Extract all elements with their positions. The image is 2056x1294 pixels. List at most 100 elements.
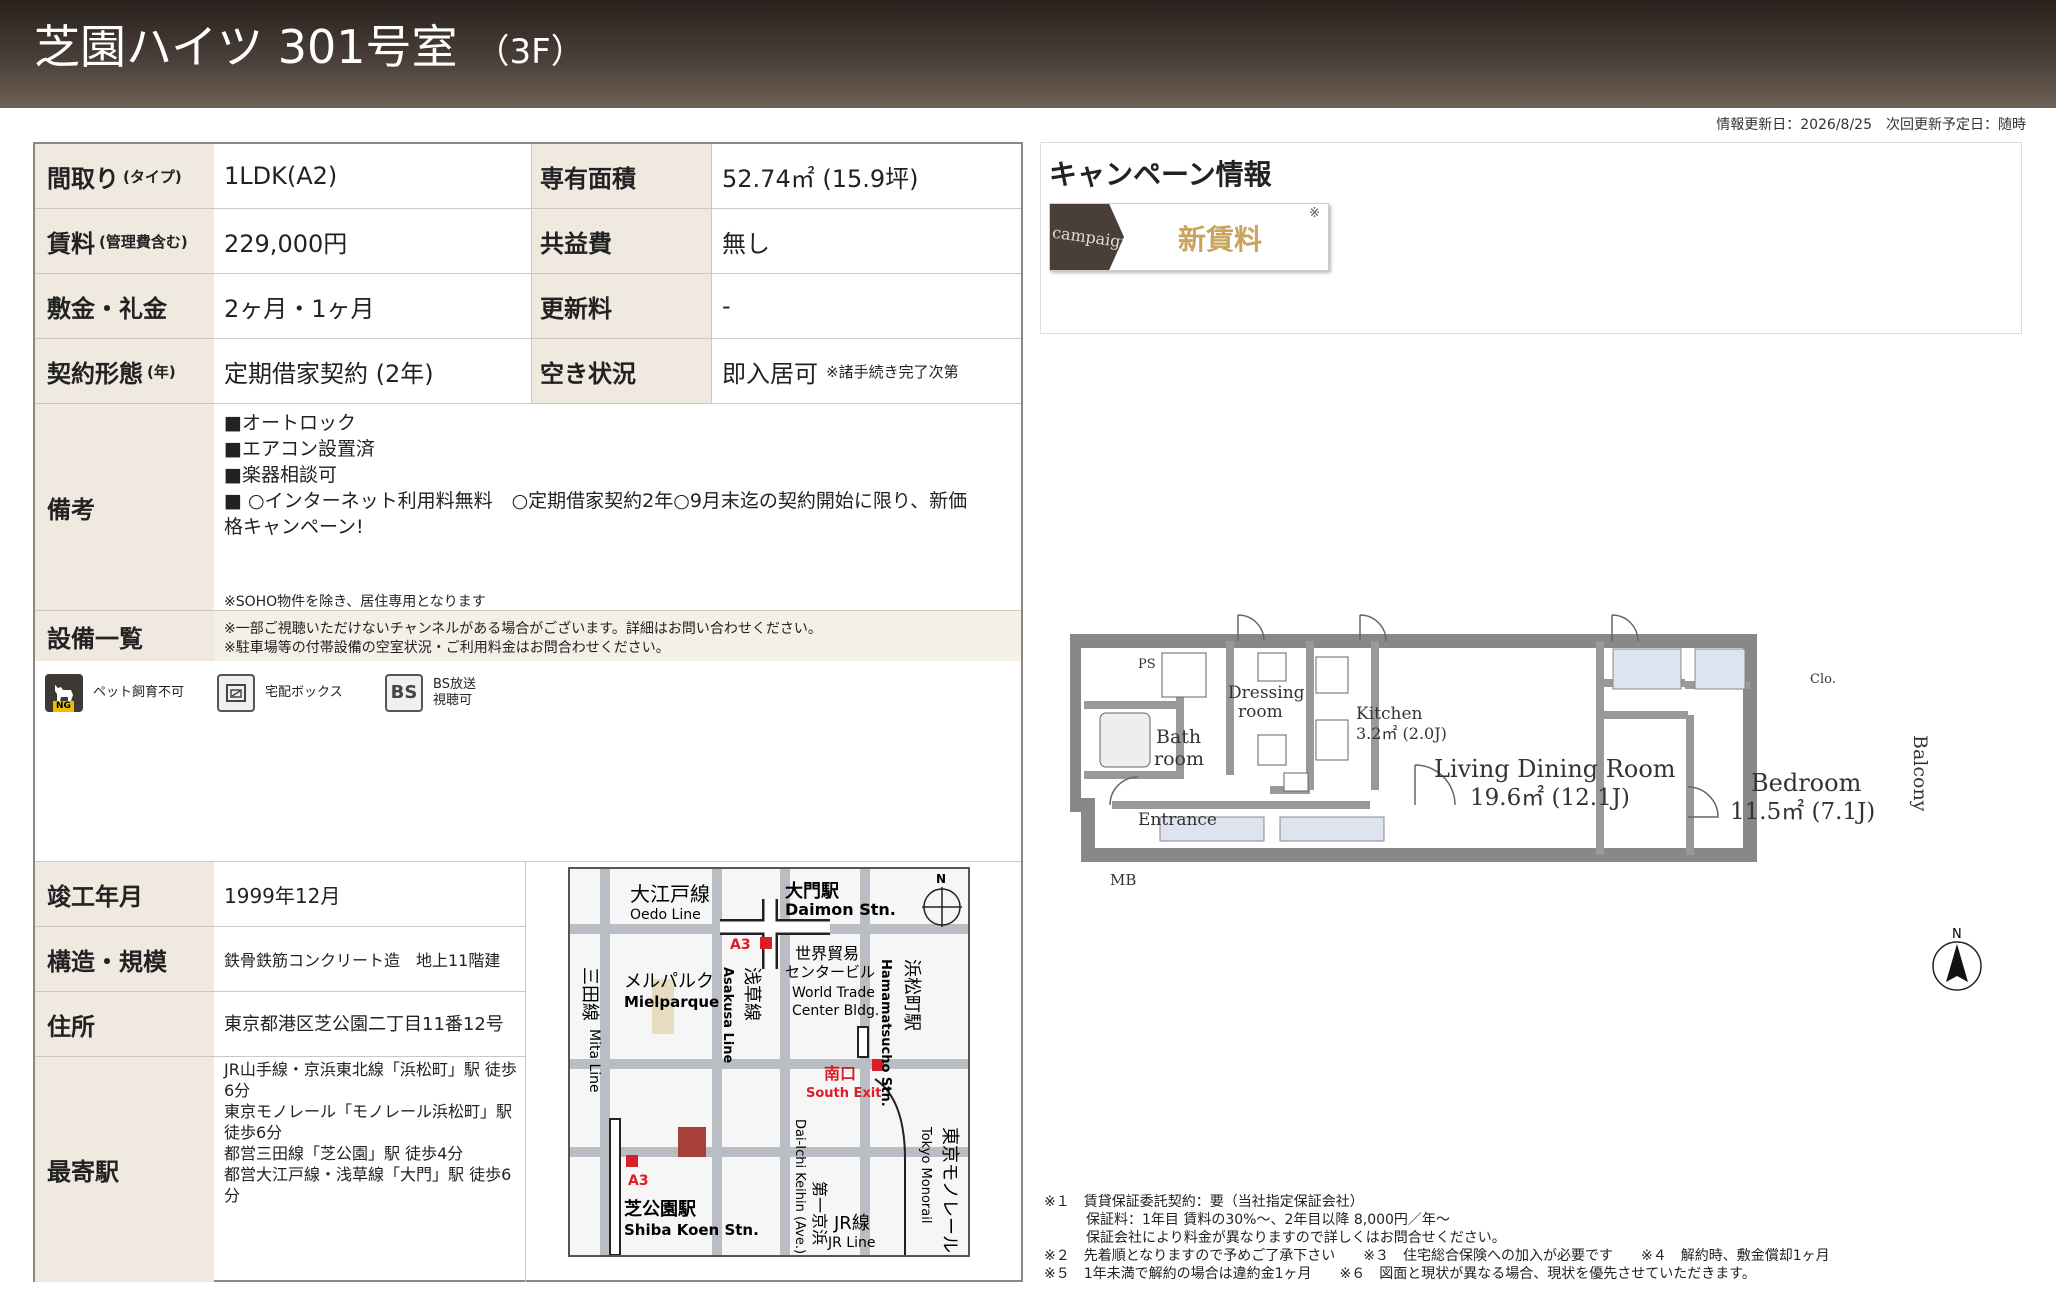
delivery-box-icon bbox=[217, 674, 255, 712]
map-mielparque-en: Mielparque bbox=[624, 993, 719, 1011]
map-daiichi-en: Dai-Ichi Keihin (Ave.) bbox=[792, 1119, 807, 1254]
access-map: N 大江戸線 Oedo Line 大門駅 Daimon Stn. A3 世界貿易… bbox=[568, 867, 970, 1257]
built-value: 1999年12月 bbox=[224, 883, 341, 908]
plan-ldr: Living Dining Room bbox=[1434, 755, 1676, 783]
plan-balcony: Balcony bbox=[1909, 735, 1931, 812]
plan-mb: MB bbox=[1110, 871, 1136, 889]
layout-label: 間取り (タイプ) bbox=[35, 144, 214, 208]
pet-label: ペット飼育不可 bbox=[93, 685, 185, 700]
header-bar: 芝園ハイツ 301号室 （3F） bbox=[0, 0, 2056, 108]
svg-text:N: N bbox=[1952, 927, 1962, 942]
map-north: N bbox=[936, 872, 946, 886]
plan-bath-room: room bbox=[1154, 748, 1204, 770]
floor-label: （3F） bbox=[475, 32, 585, 72]
structure-value: 鉄骨鉄筋コンクリート造 地上11階建 bbox=[224, 951, 501, 970]
map-wtc: 世界貿易 bbox=[795, 944, 859, 963]
pet-icon: NG bbox=[45, 674, 83, 712]
map-wtc2: センタービル bbox=[785, 963, 875, 981]
map-oedo-en: Oedo Line bbox=[630, 907, 701, 923]
common-fee-value: 無し bbox=[711, 209, 770, 273]
remark-item: ■ ○インターネット利用料無料 ○定期借家契約2年○9月末迄の契約開始に限り、新… bbox=[224, 490, 968, 512]
bs-label: BS放送 視聴可 bbox=[433, 677, 476, 708]
plan-dressing: Dressing bbox=[1228, 683, 1305, 703]
pet-item: NG ペット飼育不可 bbox=[45, 674, 184, 712]
plan-kitchen-size: 3.2㎡ (2.0J) bbox=[1356, 724, 1447, 743]
compass-icon: N bbox=[1930, 924, 1984, 994]
structure-label: 構造・規模 bbox=[35, 927, 214, 991]
map-hamamatsucho: 浜松町駅 bbox=[901, 959, 922, 1031]
map-daimon-en: Daimon Stn. bbox=[785, 900, 896, 919]
table-row: 間取り (タイプ) 1LDK(A2) 専有面積 52.74㎡ (15.9坪) bbox=[35, 144, 1021, 209]
map-shibakoen: 芝公園駅 bbox=[624, 1198, 697, 1220]
remark-item: ■楽器相談可 bbox=[224, 464, 337, 486]
equipment-label: 設備一覧 bbox=[35, 611, 214, 661]
campaign-panel: キャンペーン情報 campaign 新賃料 ※ bbox=[1040, 142, 2022, 334]
footnote: ※１ 賃貸保証委託契約：要（当社指定保証会社） bbox=[1044, 1194, 1364, 1210]
vacancy-label: 空き状況 bbox=[531, 339, 711, 403]
map-asakusa-en: Asakusa Line bbox=[720, 967, 735, 1064]
floor-plan: PS Dressing room Bath room Kitchen 3.2㎡ … bbox=[1067, 605, 1990, 915]
plan-clo: Clo. bbox=[1810, 672, 1836, 687]
plan-ldr-size: 19.6㎡ (12.1J) bbox=[1470, 785, 1630, 811]
remarks-label: 備考 bbox=[35, 404, 214, 610]
table-row: 賃料 (管理費含む) 229,000円 共益費 無し bbox=[35, 209, 1021, 274]
common-fee-label: 共益費 bbox=[531, 209, 711, 273]
footnotes: ※１ 賃貸保証委託契約：要（当社指定保証会社） 保証料：1年目 賃料の30%～、… bbox=[1044, 1193, 1830, 1283]
bs-item: BS BS放送 視聴可 bbox=[385, 674, 476, 712]
map-monorail: 東京モノレール bbox=[939, 1127, 960, 1253]
footnote: ※２ 先着順となりますので予めご了承下さい ※３ 住宅総合保険への加入が必要です… bbox=[1044, 1248, 1830, 1264]
map-a3: A3 bbox=[730, 937, 751, 953]
equipment-notes: ※一部ご視聴いただけないチャンネルがある場合がございます。詳細はお問い合わせくだ… bbox=[224, 620, 822, 658]
renewal-label: 更新料 bbox=[531, 274, 711, 338]
table-row: 構造・規模 鉄骨鉄筋コンクリート造 地上11階建 bbox=[35, 927, 525, 992]
plan-kitchen: Kitchen bbox=[1356, 704, 1422, 724]
built-label: 竣工年月 bbox=[35, 862, 214, 926]
map-jr: JR線 bbox=[833, 1213, 870, 1234]
campaign-title: キャンペーン情報 bbox=[1049, 158, 1272, 191]
map-shibakoen-en: Shiba Koen Stn. bbox=[624, 1221, 759, 1239]
remark-item: ■オートロック bbox=[224, 412, 356, 434]
campaign-badge[interactable]: campaign 新賃料 ※ bbox=[1049, 203, 1329, 271]
table-row: 竣工年月 1999年12月 bbox=[35, 862, 525, 927]
deposit-value: 2ヶ月・1ヶ月 bbox=[224, 294, 375, 323]
campaign-text: 新賃料 bbox=[1178, 223, 1263, 256]
update-info: 情報更新日：2026/8/25 次回更新予定日：随時 bbox=[1716, 117, 2026, 133]
plan-bedroom-size: 11.5㎡ (7.1J) bbox=[1730, 799, 1875, 825]
delivery-box-label: 宅配ボックス bbox=[265, 685, 343, 700]
station-label: 最寄駅 bbox=[35, 1057, 214, 1282]
rent-label: 賃料 (管理費含む) bbox=[35, 209, 214, 273]
contract-label: 契約形態 (年) bbox=[35, 339, 214, 403]
address-label: 住所 bbox=[35, 992, 214, 1056]
map-mielparque: メルパルク bbox=[624, 971, 714, 992]
delivery-box-item: 宅配ボックス bbox=[217, 674, 343, 712]
table-row: 敷金・礼金 2ヶ月・1ヶ月 更新料 - bbox=[35, 274, 1021, 339]
map-daiichi: 第一京浜 bbox=[810, 1181, 829, 1245]
remark-item: ■エアコン設置済 bbox=[224, 438, 375, 460]
renewal-value: - bbox=[711, 274, 731, 338]
map-south-en: South Exit bbox=[806, 1086, 881, 1101]
bs-icon: BS bbox=[385, 674, 423, 712]
station-item: 東京モノレール「モノレール浜松町」駅 徒歩6分 bbox=[224, 1102, 513, 1142]
property-name: 芝園ハイツ 301号室 bbox=[34, 20, 458, 74]
address-value: 東京都港区芝公園二丁目11番12号 bbox=[224, 1014, 504, 1035]
map-south: 南口 bbox=[824, 1064, 856, 1083]
equipment-note: ※一部ご視聴いただけないチャンネルがある場合がございます。詳細はお問い合わせくだ… bbox=[224, 621, 822, 637]
map-mita: 三田線 bbox=[579, 967, 600, 1021]
rent-value: 229,000円 bbox=[224, 229, 348, 258]
map-monorail-en: Tokyo Monorail bbox=[918, 1126, 933, 1223]
map-asakusa: 浅草線 bbox=[741, 967, 762, 1021]
map-oedo: 大江戸線 bbox=[630, 882, 710, 906]
remarks-list: ■オートロック ■エアコン設置済 ■楽器相談可 ■ ○インターネット利用料無料 … bbox=[224, 410, 1024, 540]
plan-dressing-room: room bbox=[1238, 702, 1283, 722]
map-wtc-en: World Trade bbox=[792, 985, 875, 1001]
layout-value: 1LDK(A2) bbox=[224, 162, 338, 190]
plan-ps: PS bbox=[1138, 657, 1156, 672]
soho-note: ※SOHO物件を除き、居住専用となります bbox=[224, 594, 486, 610]
vacancy-value: 即入居可 ※諸手続き完了次第 bbox=[711, 339, 959, 403]
remark-item: 格キャンペーン! bbox=[224, 516, 364, 538]
footnote: 保証会社により料金が異なりますので詳しくはお問合せください。 bbox=[1044, 1230, 1506, 1246]
station-list: JR山手線・京浜東北線「浜松町」駅 徒歩6分 東京モノレール「モノレール浜松町」… bbox=[224, 1059, 524, 1206]
area-label: 専有面積 bbox=[531, 144, 711, 208]
campaign-mark: ※ bbox=[1309, 206, 1320, 221]
plan-bedroom: Bedroom bbox=[1751, 769, 1862, 797]
